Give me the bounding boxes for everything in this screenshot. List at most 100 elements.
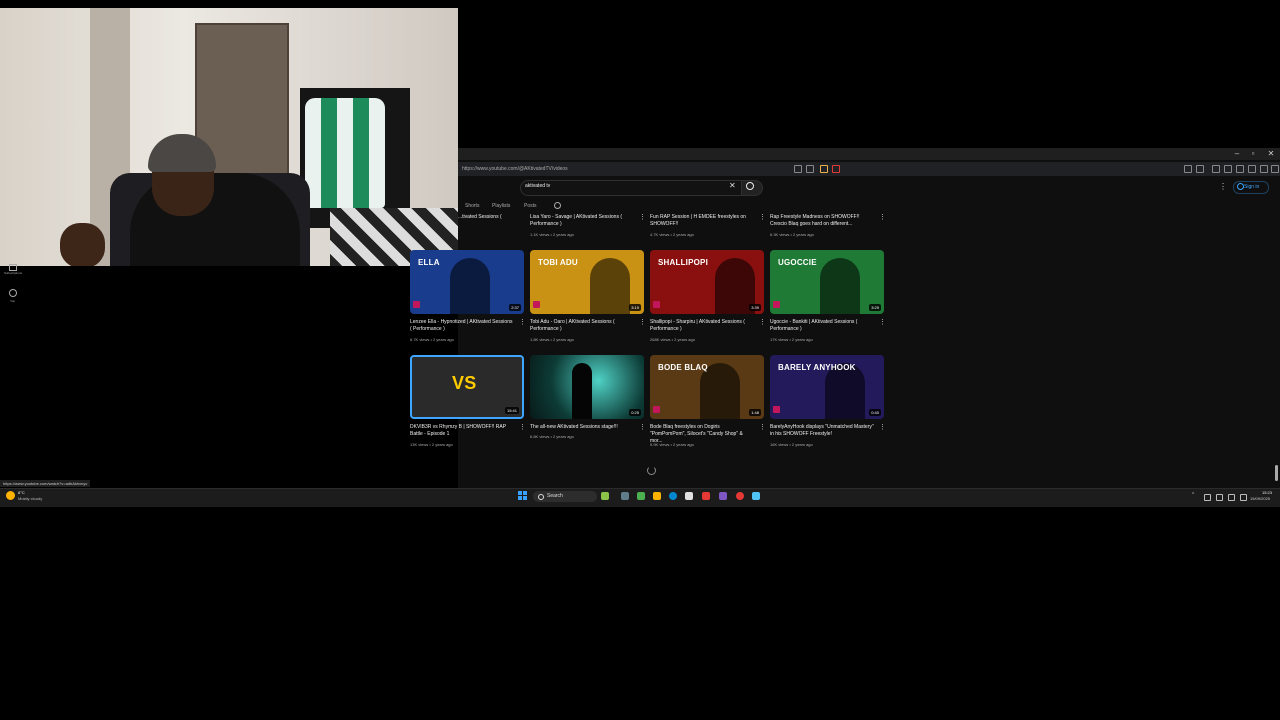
search-input[interactable] [520, 180, 742, 196]
taskbar-search-label: Search [547, 493, 563, 499]
tab-posts[interactable]: Posts [524, 203, 537, 209]
weather-temperature[interactable]: 8°C [18, 490, 25, 495]
video-menu-icon[interactable]: ⋮ [759, 318, 766, 326]
video-title[interactable]: The all-new AKtivated Sessions stage!!! [530, 424, 634, 431]
search-input-value[interactable]: aktivated tv [525, 183, 550, 189]
video-menu-icon[interactable]: ⋮ [759, 423, 766, 431]
twitch-icon[interactable] [719, 492, 727, 500]
network-icon[interactable] [1204, 494, 1211, 501]
video-thumbnail[interactable]: 0:25 [530, 355, 644, 419]
status-bar-url: https://www.youtube.com/watch?v=adbAkhxn… [0, 480, 91, 487]
start-button[interactable] [518, 491, 528, 501]
tray-overflow-icon[interactable]: ^ [1192, 492, 1197, 498]
video-thumbnail[interactable]: ELLA 2:37 [410, 250, 524, 314]
widget-icon[interactable] [601, 492, 609, 500]
video-title[interactable]: DKVIB3R vs Rhymzy B | SHOWOFF!! RAP Batt… [410, 424, 514, 438]
menu-icon[interactable] [1271, 165, 1279, 173]
video-duration: 3:19 [629, 304, 641, 311]
reading-list-icon[interactable] [1224, 165, 1232, 173]
search-icon [538, 494, 544, 500]
minimize-icon[interactable]: – [1230, 148, 1244, 160]
weather-description[interactable]: Mostly cloudy [18, 496, 42, 501]
video-meta: 13K views • 2 years ago [410, 442, 453, 447]
video-thumbnail-selected[interactable]: VS 15:41 [410, 355, 524, 419]
channel-search-icon[interactable] [554, 202, 561, 209]
video-title[interactable]: Ugoccie - Bankiti | AKtivated Sessions (… [770, 319, 874, 333]
clock-time[interactable]: 15:23 [1262, 490, 1272, 495]
video-duration: 2:37 [509, 304, 521, 311]
maximize-icon[interactable]: ▫ [1246, 148, 1260, 160]
video-menu-icon[interactable]: ⋮ [879, 213, 886, 221]
video-thumbnail[interactable]: TOBI ADU 3:19 [530, 250, 644, 314]
tab-icon[interactable] [1196, 165, 1204, 173]
video-menu-icon[interactable]: ⋮ [879, 423, 886, 431]
video-meta: 1.8K views • 2 years ago [530, 337, 574, 342]
profile-icon[interactable] [1260, 165, 1268, 173]
you-icon[interactable] [9, 289, 17, 297]
video-title[interactable]: ...tivated Sessions ( [458, 214, 528, 221]
video-thumbnail[interactable]: UGOCCIE 3:29 [770, 250, 884, 314]
sidebar-item-subscriptions[interactable]: Subscriptions [4, 271, 22, 275]
account-icon [1237, 183, 1244, 190]
volume-icon[interactable] [1216, 494, 1223, 501]
sidebar-item-you[interactable]: You [10, 299, 15, 303]
thumbnail-text: BARELY ANYHOOK [778, 363, 856, 372]
extensions-icon[interactable] [1184, 165, 1192, 173]
thumbnail-text: VS [452, 373, 477, 393]
video-meta: 6.7K views • 2 years ago [410, 337, 454, 342]
tab-playlists[interactable]: Playlists [492, 203, 510, 209]
video-menu-icon[interactable]: ⋮ [639, 423, 646, 431]
video-title[interactable]: Tobi Adu - Oaro | AKtivated Sessions ( P… [530, 319, 634, 333]
video-title[interactable]: Lenzee Ella - Hypnotized | AKtivated Ses… [410, 319, 514, 333]
video-thumbnail[interactable]: BODE BLAQ 1:48 [650, 355, 764, 419]
subscriptions-icon[interactable] [9, 264, 17, 271]
jersey-image [305, 98, 385, 208]
sidebar-toggle-icon[interactable] [1212, 165, 1220, 173]
video-meta: 17K views • 2 years ago [770, 337, 813, 342]
video-meta: 5.9K views • 2 years ago [650, 442, 694, 447]
share-icon[interactable] [806, 165, 814, 173]
chrome-icon[interactable] [736, 492, 744, 500]
video-thumbnail[interactable]: BARELY ANYHOOK 0:40 [770, 355, 884, 419]
thumbnail-text: ELLA [418, 258, 440, 267]
app-icon-red[interactable] [702, 492, 710, 500]
tab-shorts[interactable]: Shorts [465, 203, 479, 209]
favorites-icon[interactable] [1248, 165, 1256, 173]
app-icon-blue[interactable] [752, 492, 760, 500]
search-icon[interactable] [746, 182, 754, 190]
battery-icon[interactable] [1228, 494, 1235, 501]
scrollbar-thumb[interactable] [1275, 465, 1278, 481]
video-title[interactable]: BarelyAnyHook displays "Unmatched Master… [770, 424, 874, 438]
address-bar[interactable] [458, 162, 1280, 176]
video-title[interactable]: Rap Freestyle Madness on SHOWOFF!! Cresc… [770, 214, 874, 228]
video-menu-icon[interactable]: ⋮ [639, 213, 646, 221]
bookmark-icon[interactable] [820, 165, 828, 173]
video-title[interactable]: Shallipopi - Sharpiru | AKtivated Sessio… [650, 319, 754, 333]
video-title[interactable]: Fun RAP Session | H EMDEE freestyles on … [650, 214, 754, 228]
video-menu-icon[interactable]: ⋮ [879, 318, 886, 326]
video-menu-icon[interactable]: ⋮ [639, 318, 646, 326]
notification-icon[interactable] [1240, 494, 1247, 501]
more-options-icon[interactable]: ⋮ [1219, 182, 1227, 191]
video-menu-icon[interactable]: ⋮ [519, 423, 526, 431]
task-view-icon[interactable] [621, 492, 629, 500]
collections-icon[interactable] [1236, 165, 1244, 173]
clear-search-icon[interactable]: ✕ [729, 181, 736, 190]
clock-date[interactable]: 15/09/2025 [1250, 496, 1270, 501]
address-url[interactable]: https://www.youtube.com/@AKtivatedTV/vid… [462, 164, 568, 174]
copilot-icon[interactable] [637, 492, 645, 500]
extension-icon[interactable] [832, 165, 840, 173]
video-menu-icon[interactable]: ⋮ [519, 318, 526, 326]
translate-icon[interactable] [794, 165, 802, 173]
webcam-overlay [0, 8, 458, 266]
video-menu-icon[interactable]: ⋮ [759, 213, 766, 221]
video-duration: 15:41 [504, 407, 519, 414]
edge-icon[interactable] [669, 492, 677, 500]
file-explorer-icon[interactable] [653, 492, 661, 500]
video-thumbnail[interactable]: SHALLIPOPI 3:39 [650, 250, 764, 314]
close-icon[interactable]: ✕ [1264, 148, 1278, 160]
video-title[interactable]: Lisa Yaro - Savage | AKtivated Sessions … [530, 214, 634, 228]
store-icon[interactable] [685, 492, 693, 500]
weather-icon[interactable] [6, 491, 15, 500]
video-meta: 6.3K views • 2 years ago [770, 232, 814, 237]
